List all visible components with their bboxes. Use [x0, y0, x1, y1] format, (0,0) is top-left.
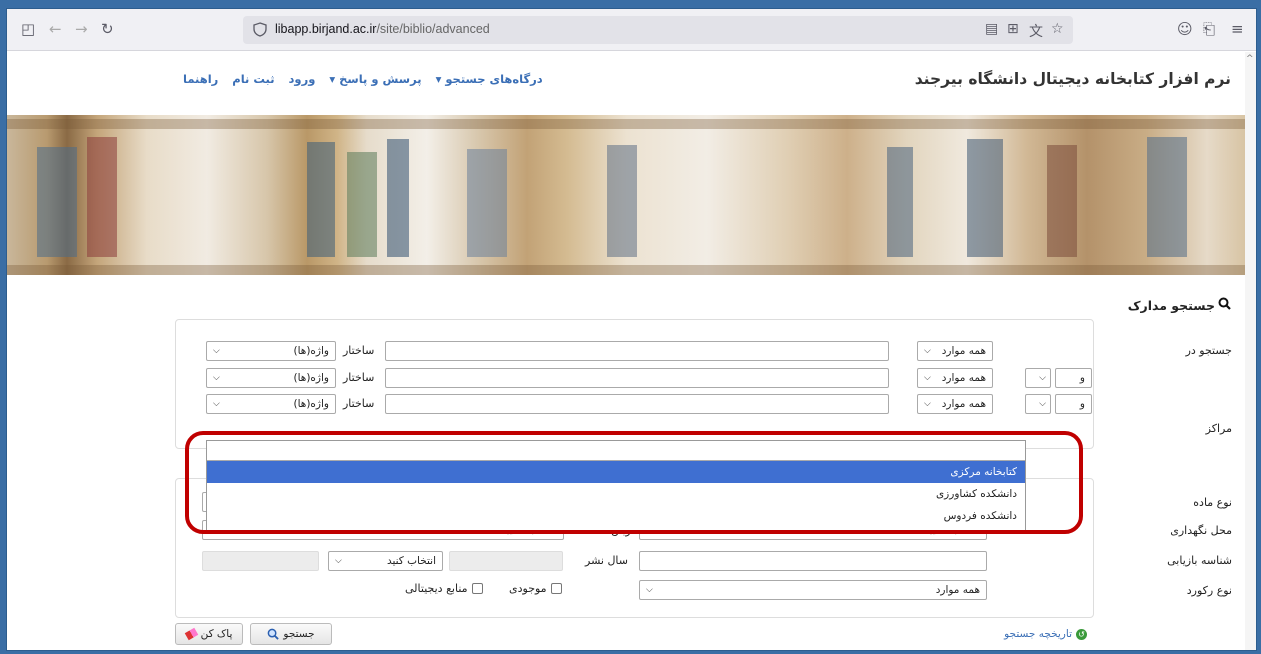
- operator-chevron-3[interactable]: ⌵: [1025, 394, 1051, 414]
- available-checkbox[interactable]: [550, 583, 562, 594]
- pub-year-input: [449, 551, 563, 571]
- pub-year-input-2: [202, 551, 319, 571]
- digital-option[interactable]: منابع دیجیتالی: [405, 582, 483, 595]
- highlight-annotation: [185, 431, 1083, 534]
- reload-icon[interactable]: ↻: [101, 21, 114, 37]
- search-term-input-3[interactable]: [385, 394, 889, 414]
- vertical-scrollbar[interactable]: ^: [1245, 52, 1256, 650]
- reader-view-icon[interactable]: ▤: [985, 21, 998, 37]
- nav-search-portals[interactable]: درگاه‌های جستجو ▾: [436, 72, 543, 86]
- shield-icon: [253, 22, 267, 37]
- top-nav: درگاه‌های جستجو ▾ پرسش و پاسخ ▾ ورود ثبت…: [183, 72, 543, 86]
- menu-icon[interactable]: ≡: [1231, 21, 1244, 37]
- digital-checkbox[interactable]: [471, 583, 483, 594]
- structure-select-2[interactable]: واژه(ها) ⌵: [206, 368, 336, 388]
- pub-year-select[interactable]: انتخاب کنید ⌵: [328, 551, 443, 571]
- nav-login[interactable]: ورود: [289, 72, 316, 86]
- address-bar[interactable]: libapp.birjand.ac.ir/site/biblio/advance…: [243, 16, 1073, 44]
- screenshot-icon[interactable]: ⊞: [1007, 21, 1019, 37]
- search-field-select-3[interactable]: همه موارد ⌵: [917, 394, 993, 414]
- extensions-icon[interactable]: ⎗: [1203, 21, 1215, 37]
- search-icon: [1218, 297, 1231, 313]
- available-option[interactable]: موجودی: [509, 582, 562, 595]
- material-type-label: نوع ماده: [1193, 496, 1232, 509]
- forward-icon[interactable]: →: [75, 21, 88, 37]
- page-content: نرم افزار کتابخانه دیجیتال دانشگاه بیرجن…: [7, 52, 1247, 650]
- history-icon: ↺: [1076, 628, 1087, 640]
- clear-button[interactable]: پاک کن: [175, 623, 243, 645]
- retrieval-id-label: شناسه بازیابی: [1167, 554, 1232, 567]
- location-label: محل نگهداری: [1170, 524, 1232, 537]
- operator-chevron-2[interactable]: ⌵: [1025, 368, 1051, 388]
- scroll-up-icon[interactable]: ^: [1246, 54, 1254, 64]
- structure-label-3: ساختار: [343, 397, 375, 410]
- nav-help[interactable]: راهنما: [183, 72, 218, 86]
- operator-select-2[interactable]: و: [1055, 368, 1092, 388]
- eraser-icon: [184, 627, 198, 641]
- structure-select-3[interactable]: واژه(ها) ⌵: [206, 394, 336, 414]
- operator-select-3[interactable]: و: [1055, 394, 1092, 414]
- structure-label-1: ساختار: [343, 344, 375, 357]
- search-history-link[interactable]: ↺ تاریخچه جستجو: [1004, 628, 1087, 640]
- banner-image: [7, 115, 1247, 275]
- search-button-icon: [268, 628, 280, 640]
- search-heading: جستجو مدارک: [1128, 297, 1231, 313]
- back-icon[interactable]: ←: [49, 21, 62, 37]
- search-in-label: جستجو در: [1185, 344, 1232, 357]
- browser-window: ◰ ← → ↻ libapp.birjand.ac.ir/site/biblio…: [6, 8, 1257, 651]
- tab-manager-icon[interactable]: ◰: [21, 21, 35, 37]
- site-title: نرم افزار کتابخانه دیجیتال دانشگاه بیرجن…: [914, 70, 1231, 88]
- bookmark-star-icon[interactable]: ☆: [1051, 21, 1064, 37]
- record-type-label: نوع رکورد: [1186, 584, 1232, 597]
- structure-select-1[interactable]: واژه(ها) ⌵: [206, 341, 336, 361]
- search-button[interactable]: جستجو: [250, 623, 332, 645]
- search-field-select-1[interactable]: همه موارد ⌵: [917, 341, 993, 361]
- search-field-select-2[interactable]: همه موارد ⌵: [917, 368, 993, 388]
- nav-qa[interactable]: پرسش و پاسخ ▾: [329, 72, 421, 86]
- search-term-input-2[interactable]: [385, 368, 889, 388]
- structure-label-2: ساختار: [343, 371, 375, 384]
- search-term-input-1[interactable]: [385, 341, 889, 361]
- url-text: libapp.birjand.ac.ir/site/biblio/advance…: [275, 22, 490, 36]
- record-type-select[interactable]: همه موارد ⌵: [639, 580, 987, 600]
- browser-toolbar: ◰ ← → ↻ libapp.birjand.ac.ir/site/biblio…: [7, 9, 1256, 51]
- pub-year-label: سال نشر: [585, 554, 629, 567]
- account-icon[interactable]: ☺: [1177, 21, 1193, 37]
- nav-register[interactable]: ثبت نام: [232, 72, 274, 86]
- retrieval-id-input[interactable]: [639, 551, 987, 571]
- centers-label: مراکز: [1205, 422, 1232, 435]
- translate-icon[interactable]: 文: [1029, 21, 1043, 41]
